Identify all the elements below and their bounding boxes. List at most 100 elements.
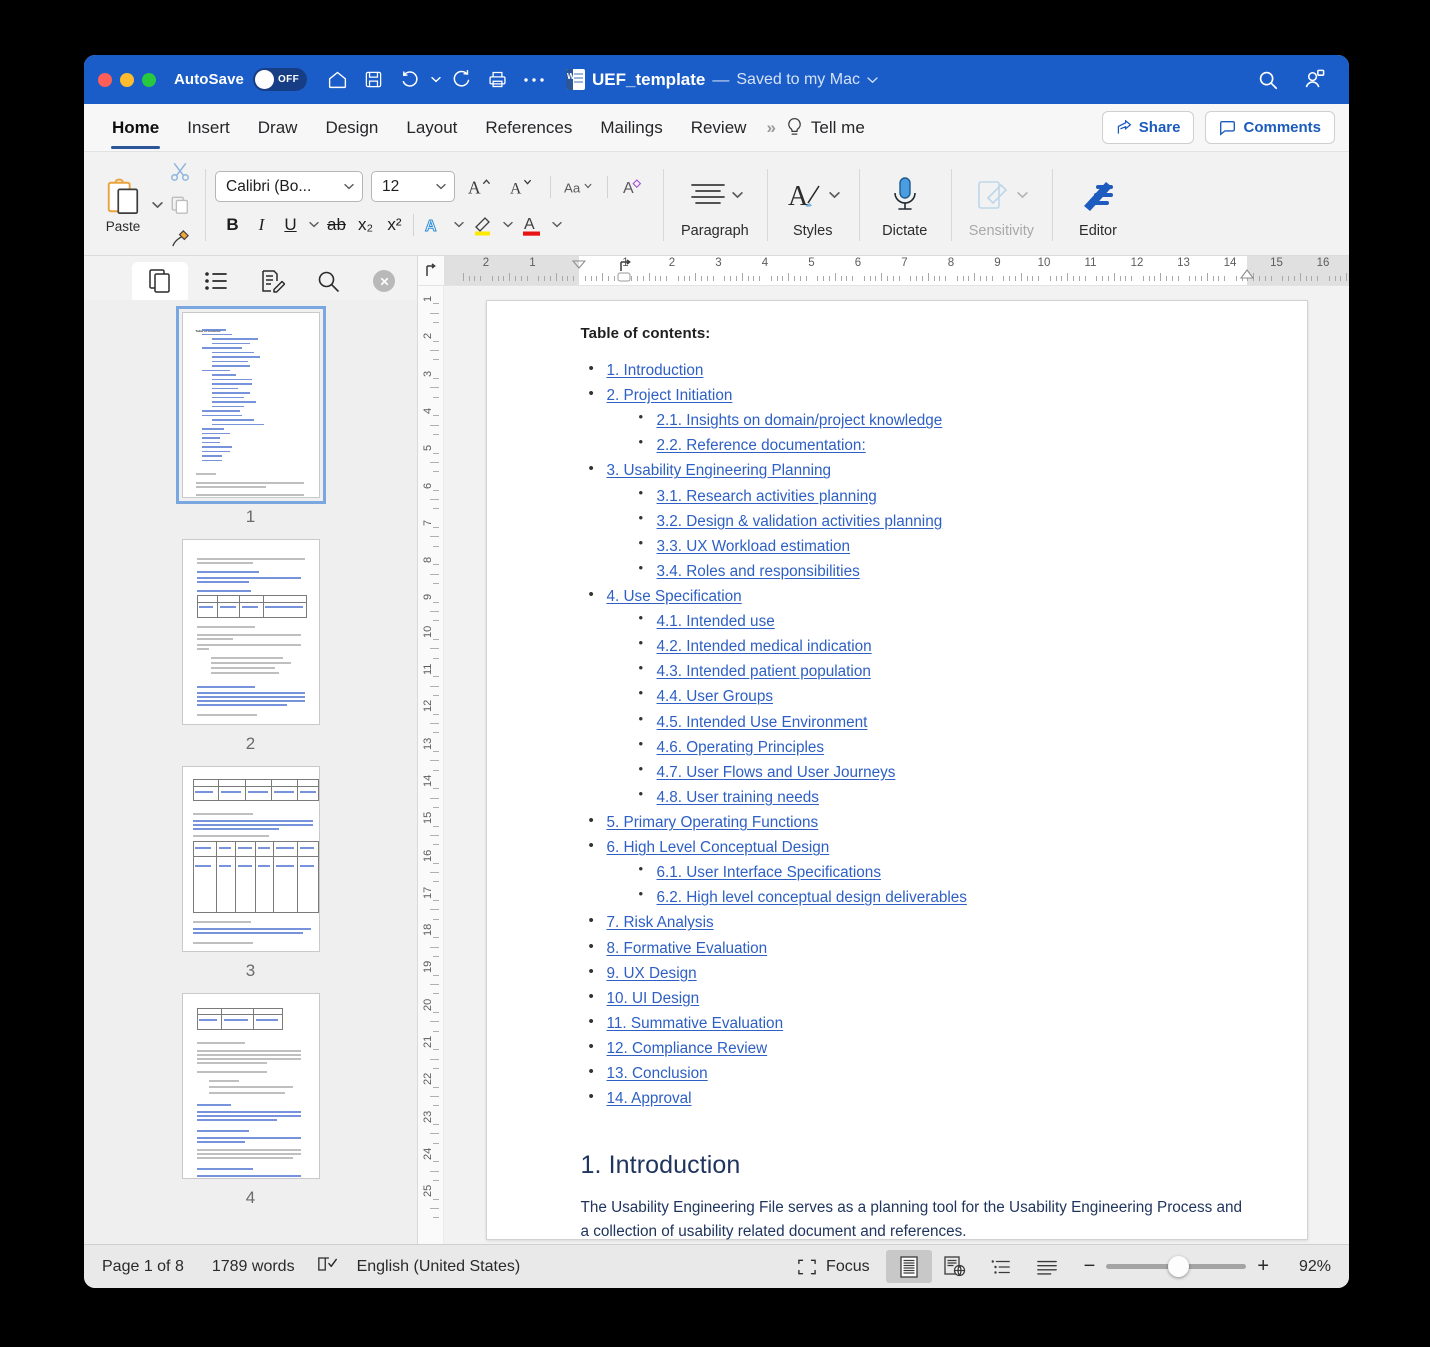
change-case-button[interactable]: Aa [562, 172, 596, 201]
zoom-percent[interactable]: 92% [1283, 1258, 1331, 1276]
editor-button[interactable]: Editor [1062, 172, 1134, 239]
nav-tab-thumbnails[interactable] [132, 262, 188, 300]
word-count[interactable]: 1789 words [212, 1258, 295, 1276]
ribbon-overflow-icon[interactable]: » [766, 118, 775, 138]
toc-link[interactable]: 4. Use Specification [607, 588, 742, 605]
right-indent-marker[interactable] [1240, 266, 1254, 284]
toc-link[interactable]: 10. UI Design [607, 990, 700, 1007]
toc-link[interactable]: 4.3. Intended patient population [657, 663, 871, 680]
subscript-button[interactable]: x₂ [352, 215, 379, 235]
cut-button[interactable] [165, 158, 195, 187]
highlight-dropdown[interactable] [500, 221, 515, 228]
superscript-button[interactable]: x² [381, 215, 408, 235]
language-indicator[interactable]: English (United States) [357, 1258, 521, 1276]
toc-link[interactable]: 2.2. Reference documentation: [657, 437, 866, 454]
search-icon[interactable] [1251, 64, 1284, 95]
redo-icon[interactable] [445, 64, 478, 95]
draft-view-button[interactable] [1024, 1250, 1070, 1283]
toc-link[interactable]: 6. High Level Conceptual Design [607, 839, 830, 856]
toc-link[interactable]: 4.5. Intended Use Environment [657, 714, 868, 731]
zoom-out-button[interactable]: − [1084, 1255, 1096, 1278]
page-thumb[interactable] [182, 993, 320, 1179]
nav-tab-search[interactable] [300, 262, 356, 300]
toc-link[interactable]: 4.2. Intended medical indication [657, 638, 872, 655]
copy-button[interactable] [165, 191, 195, 220]
underline-dropdown[interactable] [306, 221, 321, 228]
ruler-track[interactable]: 2112345678910111213141516 [444, 256, 1349, 285]
font-name-select[interactable]: Calibri (Bo... [215, 171, 363, 202]
thumbnail-page-2[interactable]: 2 [84, 539, 417, 754]
toc-link[interactable]: 4.8. User training needs [657, 789, 819, 806]
toc-link[interactable]: 3. Usability Engineering Planning [607, 462, 832, 479]
undo-icon[interactable] [393, 64, 426, 95]
toc-link[interactable]: 9. UX Design [607, 965, 697, 982]
toc-link[interactable]: 4.7. User Flows and User Journeys [657, 764, 896, 781]
document-canvas[interactable]: Table of contents: 1. Introduction2. Pro… [444, 286, 1349, 1244]
document-title[interactable]: W UEF_template — Saved to my Mac [566, 69, 878, 90]
paragraph-button[interactable]: Paragraph [673, 172, 757, 239]
toc-link[interactable]: 3.4. Roles and responsibilities [657, 563, 860, 580]
toc-link[interactable]: 13. Conclusion [607, 1065, 708, 1082]
minimize-window-button[interactable] [120, 73, 134, 87]
document-page-1[interactable]: Table of contents: 1. Introduction2. Pro… [486, 300, 1308, 1240]
nav-tab-headings[interactable] [188, 262, 244, 300]
underline-button[interactable]: U [277, 215, 304, 235]
toc-link[interactable]: 2. Project Initiation [607, 387, 733, 404]
toc-link[interactable]: 1. Introduction [607, 362, 704, 379]
tab-home[interactable]: Home [98, 105, 173, 151]
zoom-slider-knob[interactable] [1168, 1256, 1189, 1277]
close-window-button[interactable] [98, 73, 112, 87]
text-effects-button[interactable]: A [419, 210, 449, 239]
tab-references[interactable]: References [471, 105, 586, 151]
zoom-control[interactable]: − + [1084, 1255, 1269, 1278]
toc-link[interactable]: 11. Summative Evaluation [607, 1015, 784, 1032]
font-color-button[interactable]: A [517, 210, 547, 239]
format-painter-button[interactable] [165, 224, 195, 253]
page-indicator[interactable]: Page 1 of 8 [102, 1258, 184, 1276]
toc-link[interactable]: 3.2. Design & validation activities plan… [657, 513, 943, 530]
focus-button[interactable]: Focus [791, 1258, 886, 1276]
toc-link[interactable]: 5. Primary Operating Functions [607, 814, 819, 831]
tab-mailings[interactable]: Mailings [586, 105, 676, 151]
toc-link[interactable]: 6.2. High level conceptual design delive… [657, 889, 967, 906]
toc-link[interactable]: 3.1. Research activities planning [657, 488, 877, 505]
toc-link[interactable]: 4.4. User Groups [657, 688, 773, 705]
decrease-font-size-button[interactable]: A [505, 172, 539, 201]
save-icon[interactable] [357, 64, 390, 95]
strikethrough-button[interactable]: ab [323, 215, 350, 235]
undo-caret-down-icon[interactable] [429, 76, 442, 83]
toc-link[interactable]: 4.1. Intended use [657, 613, 775, 630]
tab-stop-marker[interactable] [617, 259, 633, 285]
sensitivity-button[interactable]: Sensitivity [961, 172, 1042, 239]
page-thumb[interactable] [182, 766, 320, 952]
bold-button[interactable]: B [219, 215, 246, 235]
dictate-button[interactable]: Dictate [869, 172, 941, 239]
thumbnail-page-4[interactable]: 4 [84, 993, 417, 1208]
page-thumbnail-list[interactable]: Table of contents: [84, 300, 417, 1244]
thumbnail-page-1[interactable]: Table of contents: [84, 312, 417, 527]
horizontal-ruler[interactable]: 2112345678910111213141516 [418, 256, 1349, 286]
more-options-icon[interactable] [517, 64, 550, 95]
toc-link[interactable]: 2.1. Insights on domain/project knowledg… [657, 412, 943, 429]
thumbnail-page-3[interactable]: 3 [84, 766, 417, 981]
web-layout-view-button[interactable] [932, 1250, 978, 1283]
chevron-down-icon[interactable] [829, 191, 840, 199]
print-layout-view-button[interactable] [886, 1250, 932, 1283]
toc-link[interactable]: 12. Compliance Review [607, 1040, 768, 1057]
autosave-control[interactable]: AutoSave OFF [174, 68, 307, 91]
text-effects-dropdown[interactable] [451, 221, 466, 228]
styles-button[interactable]: A Styles [777, 172, 849, 239]
toc-link[interactable]: 7. Risk Analysis [607, 914, 714, 931]
page-thumb[interactable] [182, 539, 320, 725]
tab-stop-selector[interactable] [418, 256, 444, 285]
paste-button[interactable]: Paste [94, 177, 152, 234]
paste-dropdown[interactable] [152, 155, 163, 255]
highlight-button[interactable] [468, 210, 498, 239]
toc-link[interactable]: 4.6. Operating Principles [657, 739, 825, 756]
print-icon[interactable] [481, 64, 514, 95]
maximize-window-button[interactable] [142, 73, 156, 87]
tab-review[interactable]: Review [677, 105, 761, 151]
tab-insert[interactable]: Insert [173, 105, 244, 151]
tab-design[interactable]: Design [311, 105, 392, 151]
nav-tab-document-review[interactable] [244, 262, 300, 300]
